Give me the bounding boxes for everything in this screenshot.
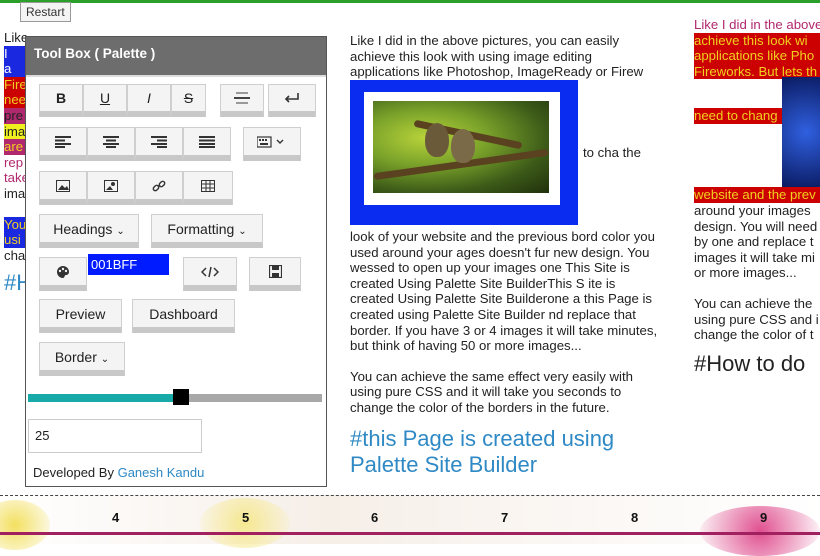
slider-handle[interactable] bbox=[173, 389, 189, 405]
image-edit-icon bbox=[104, 179, 118, 192]
calendar-strip: 4 5 6 7 8 9 bbox=[0, 495, 820, 556]
enter-icon bbox=[284, 93, 299, 103]
col3-heading: #How to do bbox=[694, 350, 806, 376]
day-number: 5 bbox=[242, 510, 250, 525]
falcons-photo bbox=[373, 101, 549, 193]
justify-icon bbox=[199, 135, 215, 148]
paragraph-1: Like I did in the above pictures, you ca… bbox=[350, 33, 644, 80]
slider-fill bbox=[28, 394, 173, 402]
border-dropdown[interactable]: Border ⌄ bbox=[39, 342, 125, 376]
insert-table-button[interactable] bbox=[183, 171, 233, 205]
save-icon bbox=[268, 265, 282, 278]
table-icon bbox=[201, 179, 215, 192]
col3-line: Like I did in the above bbox=[694, 17, 820, 32]
col3-line: using pure CSS and i bbox=[694, 311, 819, 327]
col3-line: by one and replace t bbox=[694, 234, 814, 250]
align-center-icon bbox=[103, 135, 119, 148]
chevron-down-icon: ⌄ bbox=[116, 226, 125, 237]
headings-label: Headings bbox=[53, 221, 113, 237]
col3-line: or more images... bbox=[694, 265, 797, 281]
preview-button[interactable]: Preview bbox=[39, 299, 122, 333]
bordered-image-frame bbox=[350, 80, 578, 225]
bold-button[interactable]: B bbox=[39, 84, 83, 117]
palette-icon bbox=[57, 265, 69, 278]
column-2-lower: look of your website and the previous bo… bbox=[350, 229, 660, 416]
palette-button[interactable] bbox=[39, 257, 87, 291]
developer-credit: Developed By Ganesh Kandu bbox=[33, 465, 204, 480]
align-right-button[interactable] bbox=[135, 127, 183, 161]
day-number: 8 bbox=[631, 510, 639, 525]
italic-button[interactable]: I bbox=[127, 84, 171, 117]
col3-image-area: need to chang bbox=[694, 77, 820, 188]
border-width-slider[interactable] bbox=[28, 389, 322, 405]
image-icon bbox=[56, 179, 70, 192]
dashboard-button[interactable]: Dashboard bbox=[132, 299, 235, 333]
paragraph-3: You can achieve the same effect very eas… bbox=[350, 368, 633, 415]
keyboard-dropdown-button[interactable] bbox=[243, 127, 301, 161]
underline-button[interactable]: U bbox=[83, 84, 127, 117]
formatting-label: Formatting bbox=[167, 221, 235, 237]
image-frame-inner bbox=[364, 92, 560, 205]
paragraph-2: look of your website and the previous bo… bbox=[350, 229, 658, 354]
insert-link-button[interactable] bbox=[135, 171, 183, 205]
slider-track bbox=[189, 394, 322, 402]
line-break-button[interactable] bbox=[268, 84, 316, 117]
restart-button[interactable]: Restart bbox=[20, 2, 71, 22]
toolbox-palette[interactable]: Tool Box ( Palette ) B U I S Headings ⌄ bbox=[25, 36, 327, 487]
top-border bbox=[0, 0, 820, 7]
col3-line: design. You will need bbox=[694, 218, 818, 234]
developed-by-label: Developed By bbox=[33, 465, 114, 480]
align-center-button[interactable] bbox=[87, 127, 135, 161]
col3-line: achieve this look wi bbox=[694, 32, 820, 49]
code-view-button[interactable] bbox=[183, 257, 237, 291]
col3-line: need to chang bbox=[694, 108, 784, 124]
headings-dropdown[interactable]: Headings ⌄ bbox=[39, 214, 139, 248]
col3-line: You can achieve the bbox=[694, 295, 813, 311]
image-settings-button[interactable] bbox=[87, 171, 135, 205]
col3-line: images it will take mi bbox=[694, 249, 815, 265]
align-left-icon bbox=[55, 135, 71, 148]
horizontal-rule-button[interactable] bbox=[220, 84, 264, 117]
day-number: 4 bbox=[112, 510, 120, 525]
side-text: to cha the bbox=[583, 145, 641, 160]
justify-button[interactable] bbox=[183, 127, 231, 161]
col3-line: website and the prev bbox=[694, 187, 820, 203]
toolbox-title[interactable]: Tool Box ( Palette ) bbox=[26, 37, 326, 77]
chevron-down-icon: ⌄ bbox=[238, 226, 247, 237]
page-heading: #this Page is created using Palette Site… bbox=[350, 426, 615, 477]
col3-line: applications like Pho bbox=[694, 48, 820, 64]
insert-image-button[interactable] bbox=[39, 171, 87, 205]
border-label: Border bbox=[54, 349, 97, 365]
column-3: Like I did in the above achieve this loo… bbox=[694, 17, 820, 377]
border-width-input[interactable]: 25 bbox=[28, 419, 202, 453]
bird-shape bbox=[451, 129, 475, 163]
column-2: Like I did in the above pictures, you ca… bbox=[350, 33, 660, 80]
space-image bbox=[782, 77, 820, 188]
align-right-icon bbox=[151, 135, 167, 148]
keyboard-icon bbox=[257, 135, 284, 148]
link-icon bbox=[152, 180, 166, 191]
author-link[interactable]: Ganesh Kandu bbox=[118, 465, 205, 480]
code-icon bbox=[201, 266, 219, 277]
color-value-input[interactable]: 001BFF bbox=[88, 254, 169, 275]
bird-shape bbox=[425, 123, 449, 157]
day-number: 6 bbox=[371, 510, 379, 525]
chevron-down-icon: ⌄ bbox=[100, 354, 110, 365]
col3-line: around your images bbox=[694, 202, 811, 218]
calendar-bar bbox=[0, 532, 820, 545]
save-button[interactable] bbox=[249, 257, 301, 291]
align-left-button[interactable] bbox=[39, 127, 87, 161]
strike-button[interactable]: S bbox=[171, 84, 206, 117]
col3-line: change the color of t bbox=[694, 327, 814, 343]
day-number: 9 bbox=[760, 510, 768, 525]
horizontal-rule-icon bbox=[234, 92, 250, 104]
day-number: 7 bbox=[501, 510, 509, 525]
formatting-dropdown[interactable]: Formatting ⌄ bbox=[151, 214, 263, 248]
